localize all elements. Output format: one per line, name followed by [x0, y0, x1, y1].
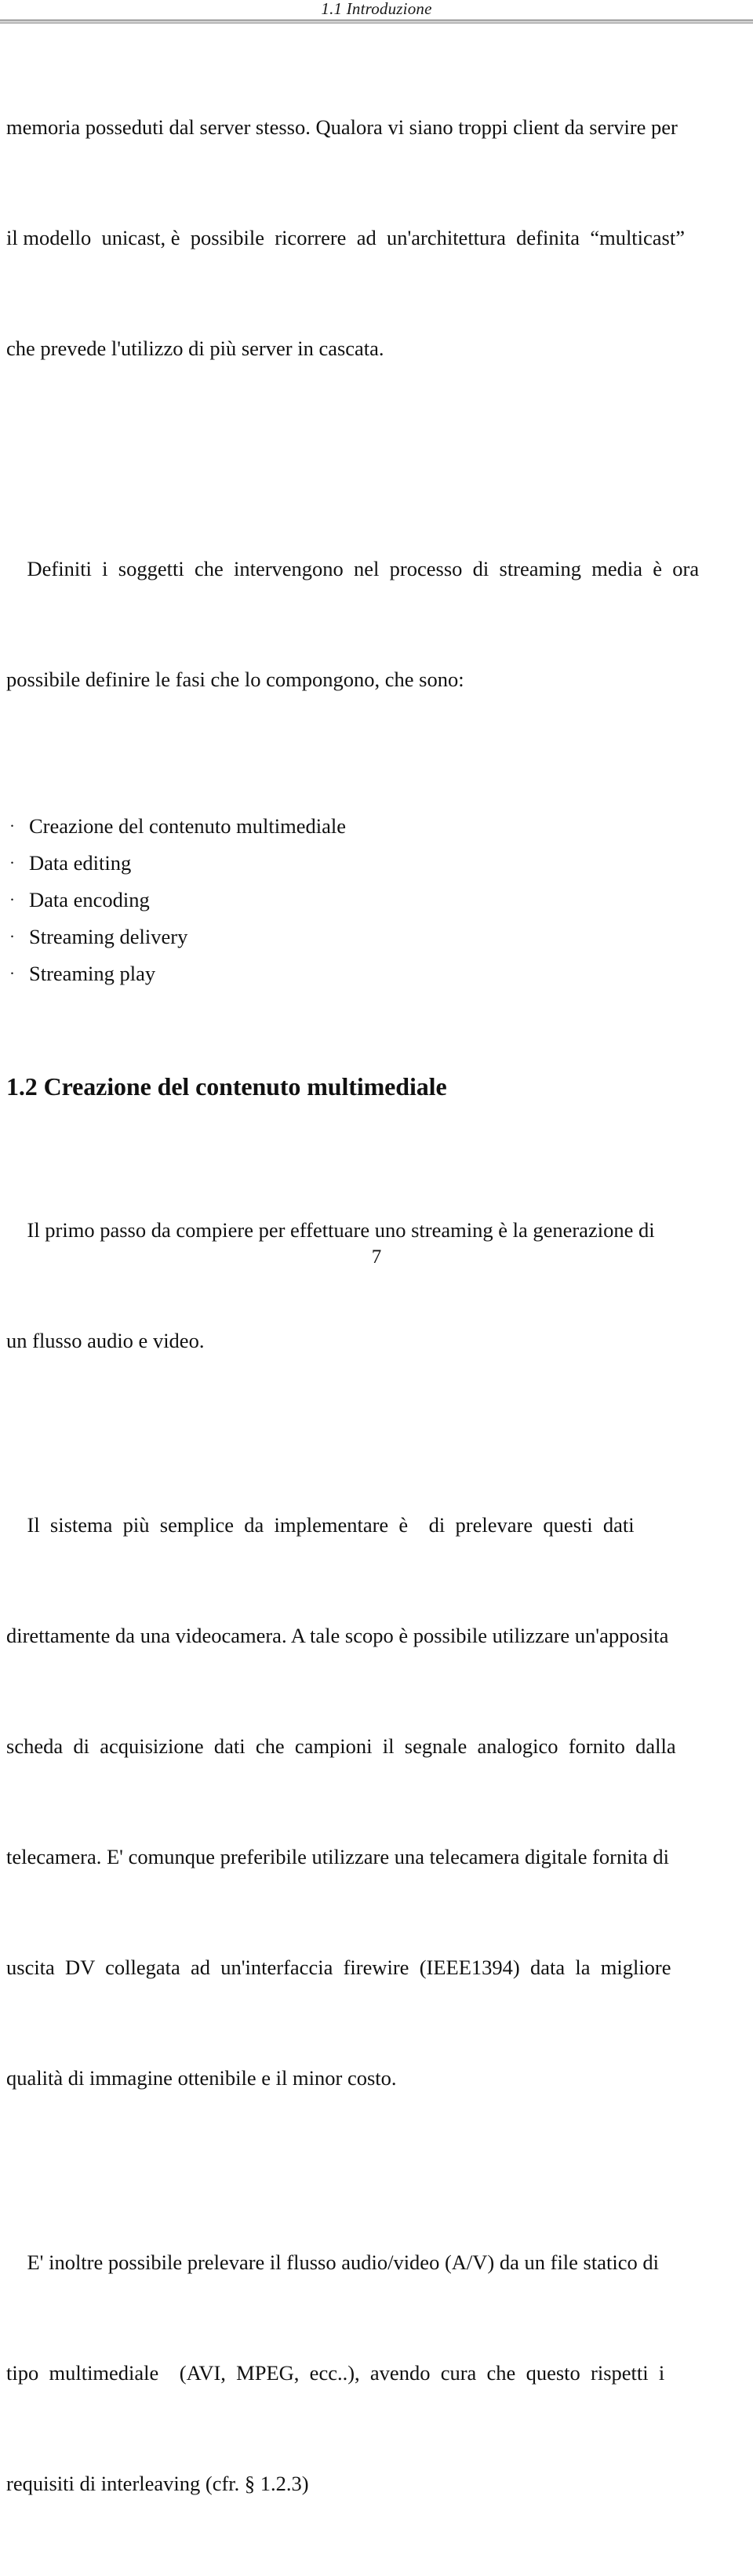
paragraph-5-line-1: E' inoltre possibile prelevare il flusso…	[6, 2250, 659, 2274]
paragraph-5-line-3: requisiti di interleaving (cfr. § 1.2.3)	[6, 2472, 309, 2495]
list-item-label: Data encoding	[29, 888, 150, 911]
list-item-label: Streaming play	[29, 962, 156, 985]
paragraph-1: memoria posseduti dal server stesso. Qua…	[6, 35, 715, 441]
paragraph-3: Il primo passo da compiere per effettuar…	[6, 1138, 715, 1433]
spacer-after-heading	[6, 1102, 715, 1138]
section-heading: 1.2 Creazione del contenuto multimediale	[6, 1072, 447, 1101]
bullet-icon: ·	[9, 890, 15, 909]
paragraph-4-line-6: qualità di immagine ottenibile e il mino…	[6, 2066, 397, 2090]
paragraph-4-line-1: Il sistema più semplice da implementare …	[6, 1513, 635, 1537]
paragraph-1-line-2: il modello unicast, è possibile ricorrer…	[6, 226, 685, 249]
list-item-label: Streaming delivery	[29, 925, 188, 948]
paragraph-2-line-2: possibile definire le fasi che lo compon…	[6, 668, 464, 691]
spacer-after-paragraph-1	[6, 441, 715, 477]
paragraph-5-line-2: tipo multimediale (AVI, MPEG, ecc..), av…	[6, 2361, 665, 2385]
page-footer: 7	[0, 1246, 753, 1269]
bullet-icon: ·	[9, 817, 15, 835]
page-number: 7	[371, 1246, 382, 1268]
paragraph-4-line-2: direttamente da una videocamera. A tale …	[6, 1624, 669, 1647]
paragraph-3-line-2: un flusso audio e video.	[6, 1329, 205, 1352]
paragraph-4-line-4: telecamera. E' comunque preferibile util…	[6, 1845, 669, 1868]
list-item: · Streaming play	[6, 955, 715, 992]
paragraph-4: Il sistema più semplice da implementare …	[6, 1433, 715, 2170]
header-divider	[0, 20, 753, 24]
list-item-label: Data editing	[29, 851, 132, 875]
paragraph-1-line-3: che prevede l'utilizzo di più server in …	[6, 337, 384, 360]
list-item: · Creazione del contenuto multimediale	[6, 808, 715, 845]
paragraph-4-line-3: scheda di acquisizione dati che campioni…	[6, 1734, 676, 1758]
paragraph-3-line-1: Il primo passo da compiere per effettuar…	[6, 1218, 655, 1242]
paragraph-2: Definiti i soggetti che intervengono nel…	[6, 477, 715, 772]
spacer-before-heading	[6, 992, 715, 1071]
bullet-icon: ·	[9, 964, 15, 983]
running-header: 1.1 Introduzione	[0, 0, 753, 24]
bullet-icon: ·	[9, 927, 15, 946]
list-item: · Data encoding	[6, 882, 715, 919]
paragraph-4-line-5: uscita DV collegata ad un'interfaccia fi…	[6, 1956, 671, 1979]
paragraph-5: E' inoltre possibile prelevare il flusso…	[6, 2170, 715, 2576]
bullet-list: · Creazione del contenuto multimediale ·…	[6, 808, 715, 992]
paragraph-1-line-1: memoria posseduti dal server stesso. Qua…	[6, 115, 678, 139]
spacer-before-bullets	[6, 772, 715, 808]
page-content: memoria posseduti dal server stesso. Qua…	[6, 35, 715, 2576]
list-item: · Data editing	[6, 845, 715, 882]
list-item-label: Creazione del contenuto multimediale	[29, 814, 346, 838]
document-page: 1.1 Introduzione memoria posseduti dal s…	[0, 0, 753, 2495]
paragraph-2-line-1: Definiti i soggetti che intervengono nel…	[6, 557, 700, 580]
header-title: 1.1 Introduzione	[321, 0, 432, 18]
bullet-icon: ·	[9, 853, 15, 872]
list-item: · Streaming delivery	[6, 919, 715, 955]
